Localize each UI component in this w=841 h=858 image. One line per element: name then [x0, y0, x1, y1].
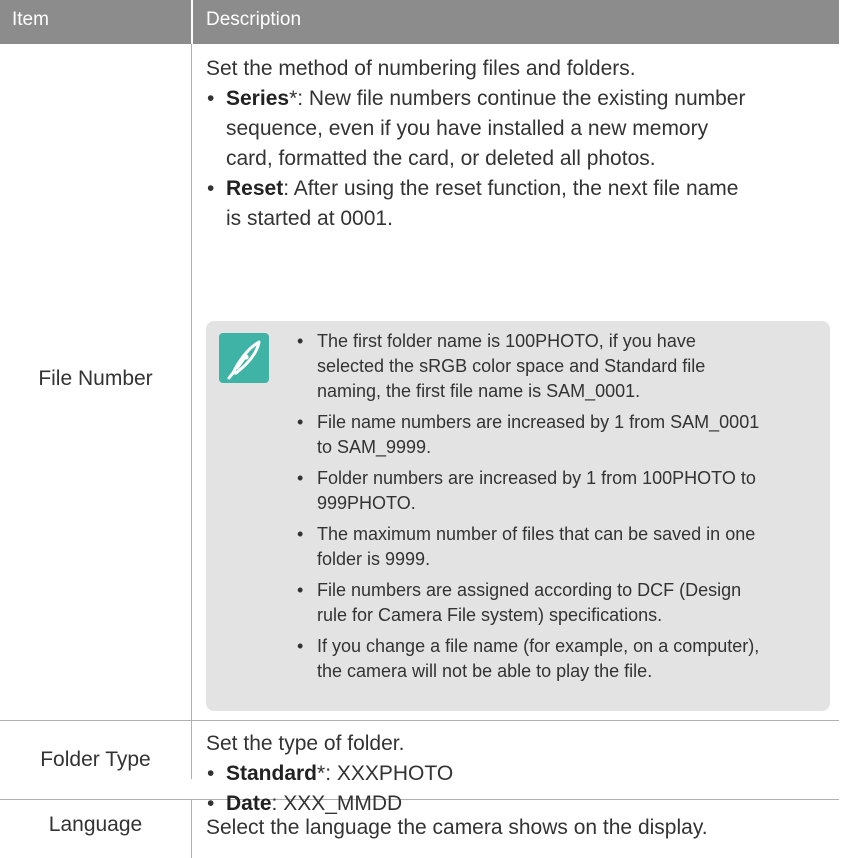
note-item: • The maximum number of files that can b… — [297, 524, 756, 569]
note-item: • The first folder name is 100PHOTO, if … — [297, 331, 706, 401]
option-series: • Series*: New file numbers continue the… — [206, 84, 826, 174]
header-item: Item — [12, 9, 49, 30]
description-intro: Set the type of folder. — [206, 732, 405, 755]
row-item-language: Language — [48, 813, 143, 836]
bullet: • — [207, 177, 215, 200]
note-list: • The first folder name is 100PHOTO, if … — [297, 329, 827, 690]
description-intro: Set the method of numbering files and fo… — [206, 57, 636, 80]
pen-nib-icon — [219, 333, 269, 383]
option-reset: • Reset: After using the reset function,… — [206, 174, 826, 234]
note-item: • If you change a file name (for example… — [297, 636, 760, 681]
column-divider — [191, 44, 192, 779]
option-term: Date — [226, 792, 272, 815]
header-divider — [191, 0, 193, 44]
row-description-file-number: Set the method of numbering files and fo… — [206, 54, 826, 234]
row-item-folder-type: Folder Type — [40, 748, 151, 771]
option-term: Series — [226, 87, 290, 110]
note-item: • File numbers are assigned according to… — [297, 580, 742, 625]
note-item: • File name numbers are increased by 1 f… — [297, 412, 760, 457]
column-divider — [191, 800, 192, 858]
option-standard: • Standard*: XXXPHOTO — [207, 762, 454, 785]
note-box: • The first folder name is 100PHOTO, if … — [206, 321, 830, 711]
table-header: Item Description — [0, 0, 839, 44]
option-term: Reset — [226, 177, 284, 200]
row-description-folder-type: Set the type of folder. • Standard*: XXX… — [206, 729, 826, 819]
option-term: Standard — [226, 762, 318, 785]
note-item: • Folder numbers are increased by 1 from… — [297, 468, 756, 513]
description-intro: Select the language the camera shows on … — [206, 816, 708, 839]
row-item-file-number: File Number — [38, 367, 153, 390]
row-description-language: Select the language the camera shows on … — [206, 813, 826, 843]
row-divider — [0, 720, 839, 721]
bullet: • — [207, 87, 215, 110]
header-description: Description — [206, 9, 302, 30]
